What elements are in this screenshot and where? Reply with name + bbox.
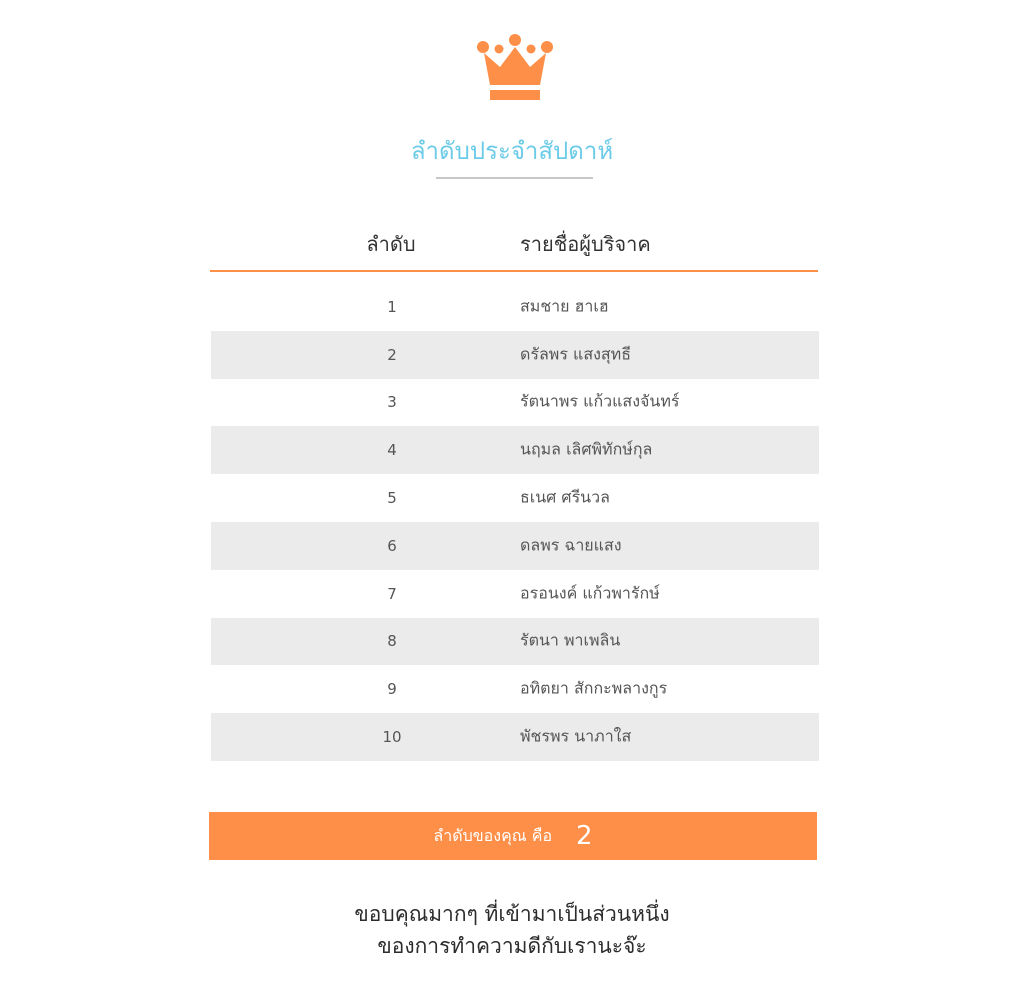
donor-name-cell: นฤมล เลิศพิทักษ์กุล [520,439,653,459]
column-header-donor: รายชื่อผู้บริจาค [520,232,651,256]
table-row: 1 สมชาย ฮาเฮ [211,283,819,331]
rank-cell: 6 [387,536,397,555]
crown-icon [477,34,553,100]
donor-name-cell: อทิตยา สักกะพลางกูร [520,678,668,698]
table-row: 3 รัตนาพร แก้วแสงจันทร์ [211,379,819,427]
thank-you-message: ขอบคุณมากๆ ที่เข้ามาเป็นส่วนหนึ่ง ของการ… [0,898,1024,962]
rank-cell: 8 [387,632,397,651]
rank-cell: 1 [387,297,397,316]
donor-name-cell: สมชาย ฮาเฮ [520,296,609,316]
rank-cell: 9 [387,680,397,699]
my-rank-banner: ลำดับของคุณ คือ 2 [209,812,817,860]
thank-you-line-2: ของการทำความดีกับเรานะจ๊ะ [377,934,647,958]
table-row: 8 รัตนา พาเพลิน [211,617,819,666]
rank-cell: 10 [382,728,402,747]
donor-name-cell: รัตนาพร แก้วแสงจันทร์ [520,391,680,411]
rank-cell: 7 [387,584,397,603]
rank-cell: 4 [387,441,397,460]
table-row: 10 พัชรพร นาภาใส [211,713,819,761]
donor-name-cell: อรอนงค์ แก้วพารักษ์ [520,583,660,603]
table-row: 4 นฤมล เลิศพิทักษ์กุล [211,426,819,475]
table-header: ลำดับ รายชื่อผู้บริจาค [210,224,818,272]
thank-you-line-1: ขอบคุณมากๆ ที่เข้ามาเป็นส่วนหนึ่ง [354,902,670,926]
donor-name-cell: รัตนา พาเพลิน [520,630,621,650]
my-rank-label: ลำดับของคุณ คือ [433,825,553,845]
table-row: 7 อรอนงค์ แก้วพารักษ์ [211,570,819,618]
rank-cell: 3 [387,393,397,412]
donor-name-cell: ดรัลพร แสงสุทธี [520,344,631,364]
table-row: 5 ธเนศ ศรีนวล [211,474,819,522]
rank-cell: 5 [387,489,397,508]
table-row: 6 ดลพร ฉายแสง [211,521,819,570]
table-row: 9 อทิตยา สักกะพลางกูร [211,665,819,713]
table-row: 2 ดรัลพร แสงสุทธี [211,330,819,379]
rank-cell: 2 [387,345,397,364]
my-rank-value: 2 [576,821,593,851]
donor-name-cell: พัชรพร นาภาใส [520,726,632,746]
donor-name-cell: ดลพร ฉายแสง [520,535,622,555]
leaderboard-list: 1 สมชาย ฮาเฮ 2 ดรัลพร แสงสุทธี 3 รัตนาพร… [211,283,819,761]
column-header-rank: ลำดับ [366,232,416,256]
page-title: ลำดับประจำสัปดาห์ [410,137,614,165]
donor-name-cell: ธเนศ ศรีนวล [520,487,610,507]
title-divider [436,177,593,179]
